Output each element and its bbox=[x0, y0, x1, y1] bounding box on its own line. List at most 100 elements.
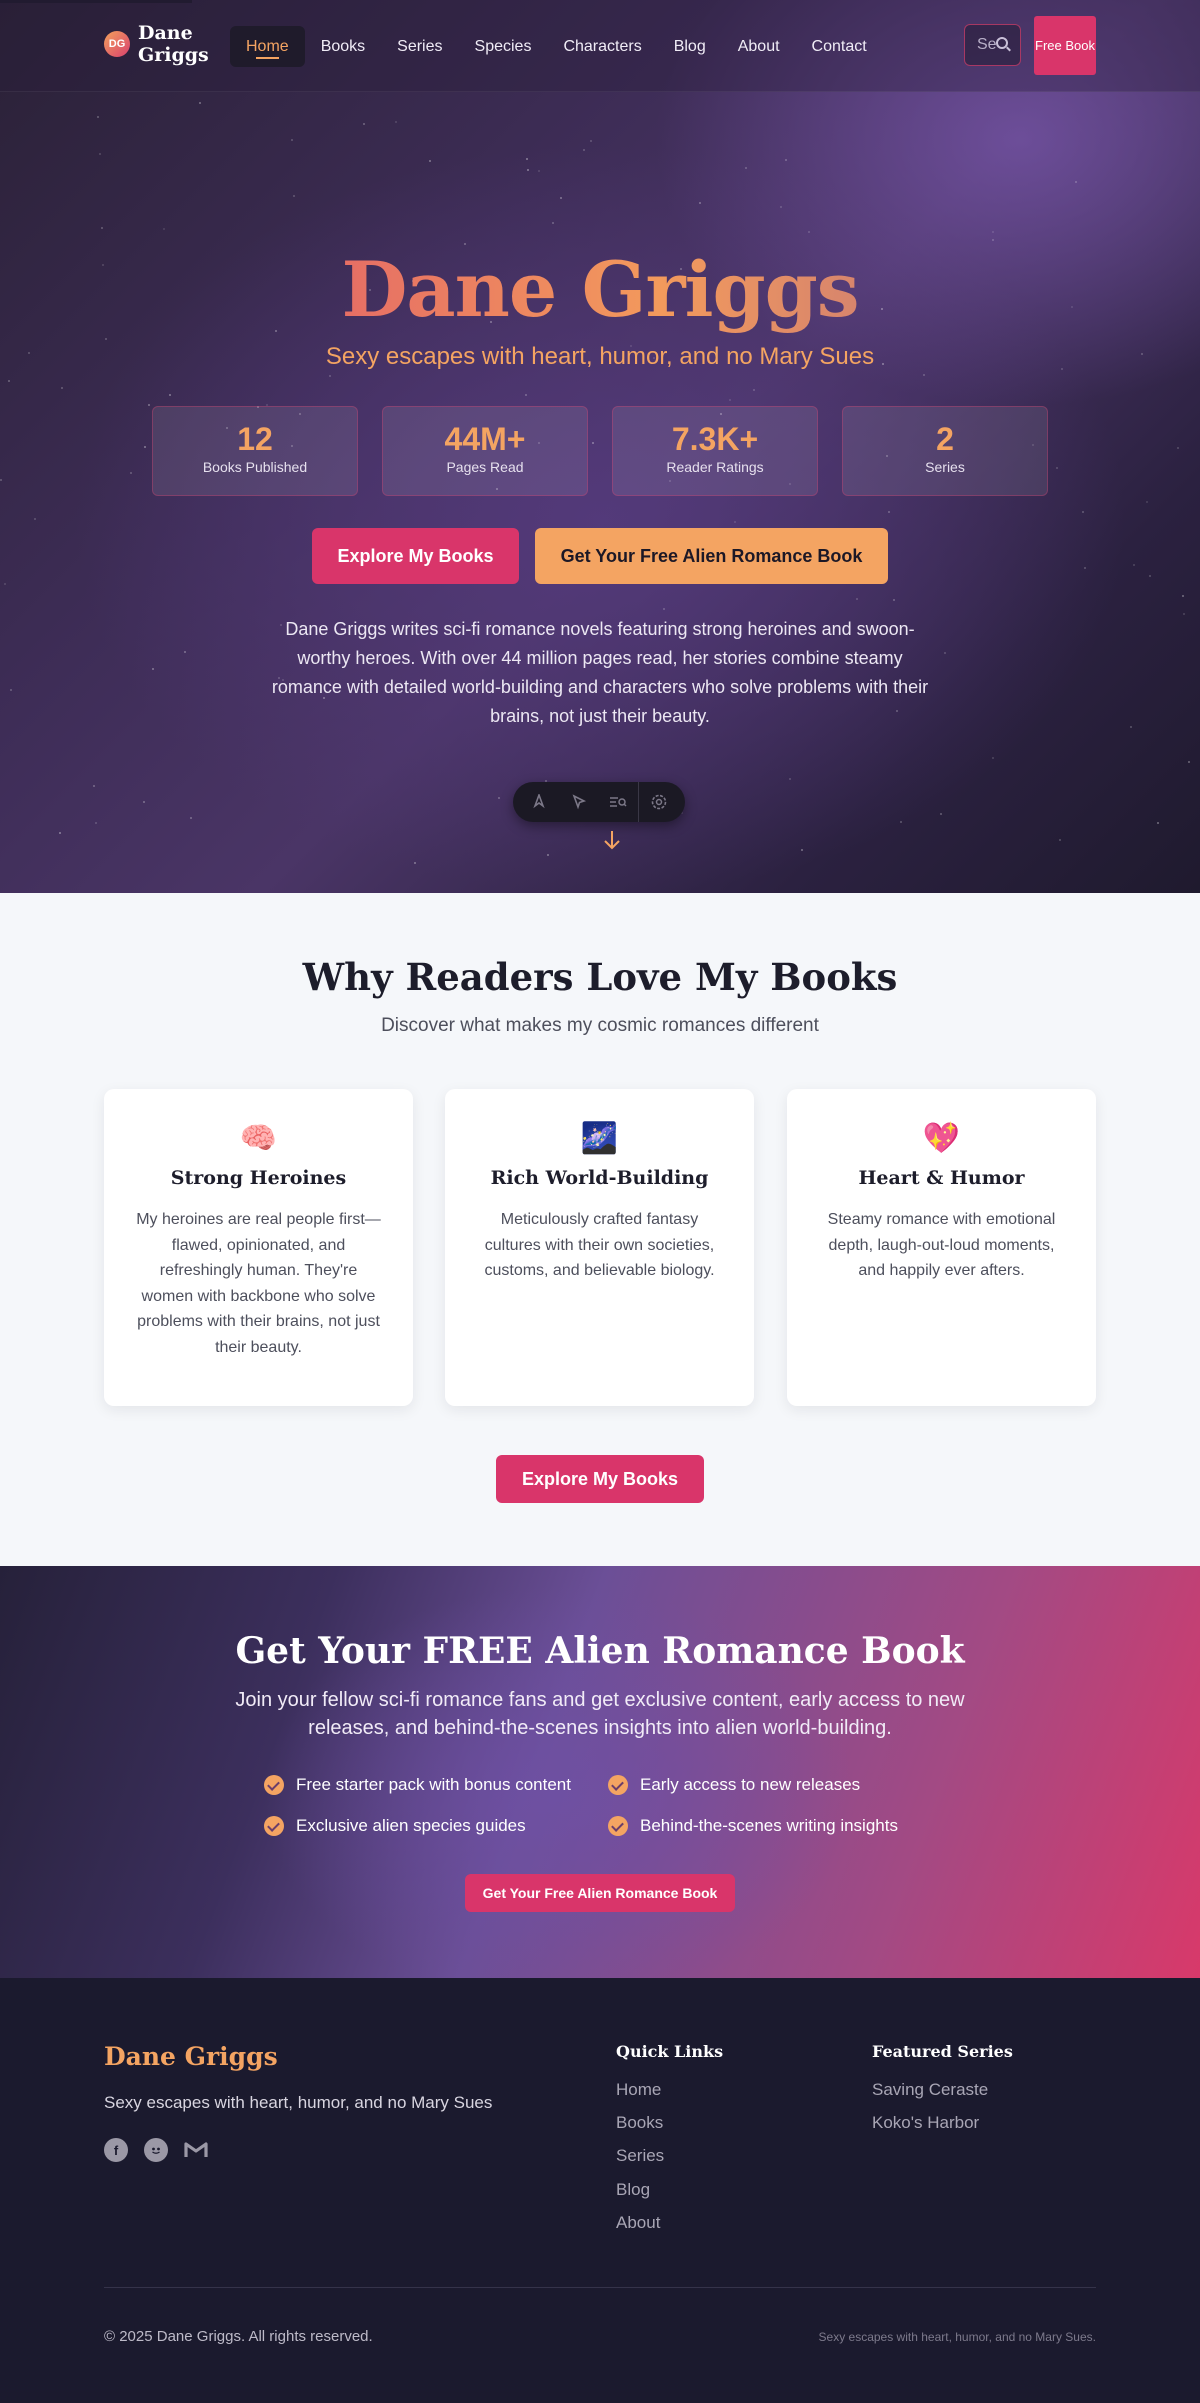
footer-link-series[interactable]: Series bbox=[616, 2146, 664, 2166]
free-book-button[interactable]: Get Your Free Alien Romance Book bbox=[535, 528, 888, 584]
star-dot bbox=[1075, 181, 1077, 183]
floating-toolbar bbox=[513, 782, 685, 822]
star-dot bbox=[163, 228, 165, 230]
search-icon bbox=[996, 37, 1008, 49]
nav-item-contact[interactable]: Contact bbox=[796, 26, 883, 67]
footer-bottom-tagline: Sexy escapes with heart, humor, and no M… bbox=[818, 2330, 1096, 2344]
nav-item-blog[interactable]: Blog bbox=[658, 26, 722, 67]
rocket-icon[interactable] bbox=[519, 782, 559, 822]
star-dot bbox=[10, 689, 12, 691]
star-dot bbox=[144, 446, 146, 448]
logo-badge-icon: DG bbox=[104, 31, 130, 57]
star-dot bbox=[1149, 575, 1151, 577]
stat-label: Reader Ratings bbox=[666, 459, 764, 475]
star-dot bbox=[169, 394, 171, 396]
star-dot bbox=[1082, 511, 1084, 513]
scroll-down-arrow-icon[interactable] bbox=[600, 829, 624, 853]
star-dot bbox=[780, 206, 782, 208]
stat-card: 2 Series bbox=[842, 406, 1048, 496]
nav-item-about[interactable]: About bbox=[722, 26, 796, 67]
star-dot bbox=[1182, 595, 1184, 597]
why-readers-section: Why Readers Love My Books Discover what … bbox=[0, 893, 1200, 1566]
hero-title: Dane Griggs bbox=[0, 245, 1200, 334]
star-dot bbox=[152, 668, 154, 670]
settings-icon[interactable] bbox=[639, 782, 679, 822]
feature-label: Free starter pack with bonus content bbox=[296, 1775, 571, 1794]
nav-item-characters[interactable]: Characters bbox=[547, 26, 657, 67]
footer-link-books[interactable]: Books bbox=[616, 2113, 663, 2133]
star-dot bbox=[940, 813, 942, 815]
nav-item-home[interactable]: Home bbox=[230, 26, 305, 67]
star-dot bbox=[900, 821, 902, 823]
star-dot bbox=[753, 389, 755, 391]
reddit-icon[interactable] bbox=[144, 2138, 168, 2162]
nav-item-species[interactable]: Species bbox=[459, 26, 548, 67]
footer-tagline: Sexy escapes with heart, humor, and no M… bbox=[104, 2093, 493, 2112]
star-dot bbox=[99, 153, 101, 155]
star-dot bbox=[184, 651, 186, 653]
free-book-nav-button[interactable]: Free Book bbox=[1034, 16, 1096, 75]
explore-books-button[interactable]: Explore My Books bbox=[312, 528, 519, 584]
footer-brand[interactable]: Dane Griggs bbox=[104, 2042, 278, 2071]
why-title: Why Readers Love My Books bbox=[302, 955, 898, 999]
footer-series-kokos-harbor[interactable]: Koko's Harbor bbox=[872, 2113, 979, 2133]
star-dot bbox=[395, 121, 397, 123]
footer-series-saving-ceraste[interactable]: Saving Ceraste bbox=[872, 2080, 988, 2100]
cta-feature-item: Behind-the-scenes writing insights bbox=[608, 1816, 898, 1836]
star-dot bbox=[61, 387, 63, 389]
search-list-icon[interactable] bbox=[599, 782, 639, 822]
cta-feature-item: Free starter pack with bonus content bbox=[264, 1775, 571, 1795]
star-dot bbox=[4, 583, 6, 585]
footer-link-home[interactable]: Home bbox=[616, 2080, 661, 2100]
star-dot bbox=[291, 139, 293, 141]
nav-item-books[interactable]: Books bbox=[305, 26, 381, 67]
cta-feature-item: Early access to new releases bbox=[608, 1775, 860, 1795]
cta-free-book-button[interactable]: Get Your Free Alien Romance Book bbox=[465, 1874, 735, 1912]
star-dot bbox=[97, 116, 99, 118]
site-header: DG Dane Griggs Home Books Series Species… bbox=[0, 0, 1200, 92]
star-dot bbox=[1188, 761, 1190, 763]
galaxy-icon: 🌌 bbox=[580, 1122, 619, 1155]
star-dot bbox=[538, 170, 540, 172]
pointer-icon[interactable] bbox=[559, 782, 599, 822]
gmail-icon[interactable] bbox=[184, 2138, 208, 2162]
site-logo[interactable]: DG Dane Griggs bbox=[104, 22, 209, 66]
stat-value: 12 bbox=[237, 421, 273, 457]
stat-label: Books Published bbox=[202, 459, 308, 475]
star-dot bbox=[1056, 467, 1058, 469]
explore-books-button-2[interactable]: Explore My Books bbox=[496, 1455, 704, 1503]
star-dot bbox=[590, 140, 592, 142]
stat-value: 44M+ bbox=[444, 421, 526, 457]
feature-label: Early access to new releases bbox=[640, 1775, 861, 1794]
search-input[interactable]: Se bbox=[964, 24, 1021, 66]
stat-card: 12 Books Published bbox=[152, 406, 358, 496]
star-dot bbox=[1157, 822, 1159, 824]
hero-description: Dane Griggs writes sci-fi romance novels… bbox=[271, 619, 929, 726]
check-icon bbox=[608, 1775, 628, 1795]
nav-item-series[interactable]: Series bbox=[381, 26, 458, 67]
hero-section: DG Dane Griggs Home Books Series Species… bbox=[0, 0, 1200, 893]
cta-subtitle: Join your fellow sci-fi romance fans and… bbox=[235, 1689, 965, 1739]
star-dot bbox=[105, 338, 107, 340]
star-dot bbox=[583, 149, 585, 151]
star-dot bbox=[525, 394, 527, 396]
star-dot bbox=[199, 102, 201, 104]
footer-link-about[interactable]: About bbox=[616, 2213, 660, 2233]
search-placeholder: Se bbox=[977, 36, 997, 53]
card-text: Steamy romance with emotional depth, lau… bbox=[827, 1211, 1056, 1279]
star-dot bbox=[1059, 839, 1061, 841]
why-subtitle: Discover what makes my cosmic romances d… bbox=[381, 1015, 819, 1036]
quick-links-title: Quick Links bbox=[616, 2042, 724, 2061]
facebook-icon[interactable]: f bbox=[104, 2138, 128, 2162]
star-dot bbox=[888, 511, 890, 513]
copyright: © 2025 Dane Griggs. All rights reserved. bbox=[104, 2328, 373, 2345]
star-dot bbox=[527, 169, 529, 171]
star-dot bbox=[745, 167, 747, 169]
free-book-cta-section: Get Your FREE Alien Romance Book Join yo… bbox=[0, 1566, 1200, 1978]
feature-card-world-building: 🌌 Rich World-Building Meticulously craft… bbox=[445, 1089, 754, 1406]
stat-label: Pages Read bbox=[446, 459, 524, 475]
star-dot bbox=[992, 239, 994, 241]
cta-title: Get Your FREE Alien Romance Book bbox=[235, 1630, 965, 1672]
star-dot bbox=[1084, 567, 1086, 569]
footer-link-blog[interactable]: Blog bbox=[616, 2180, 650, 2200]
